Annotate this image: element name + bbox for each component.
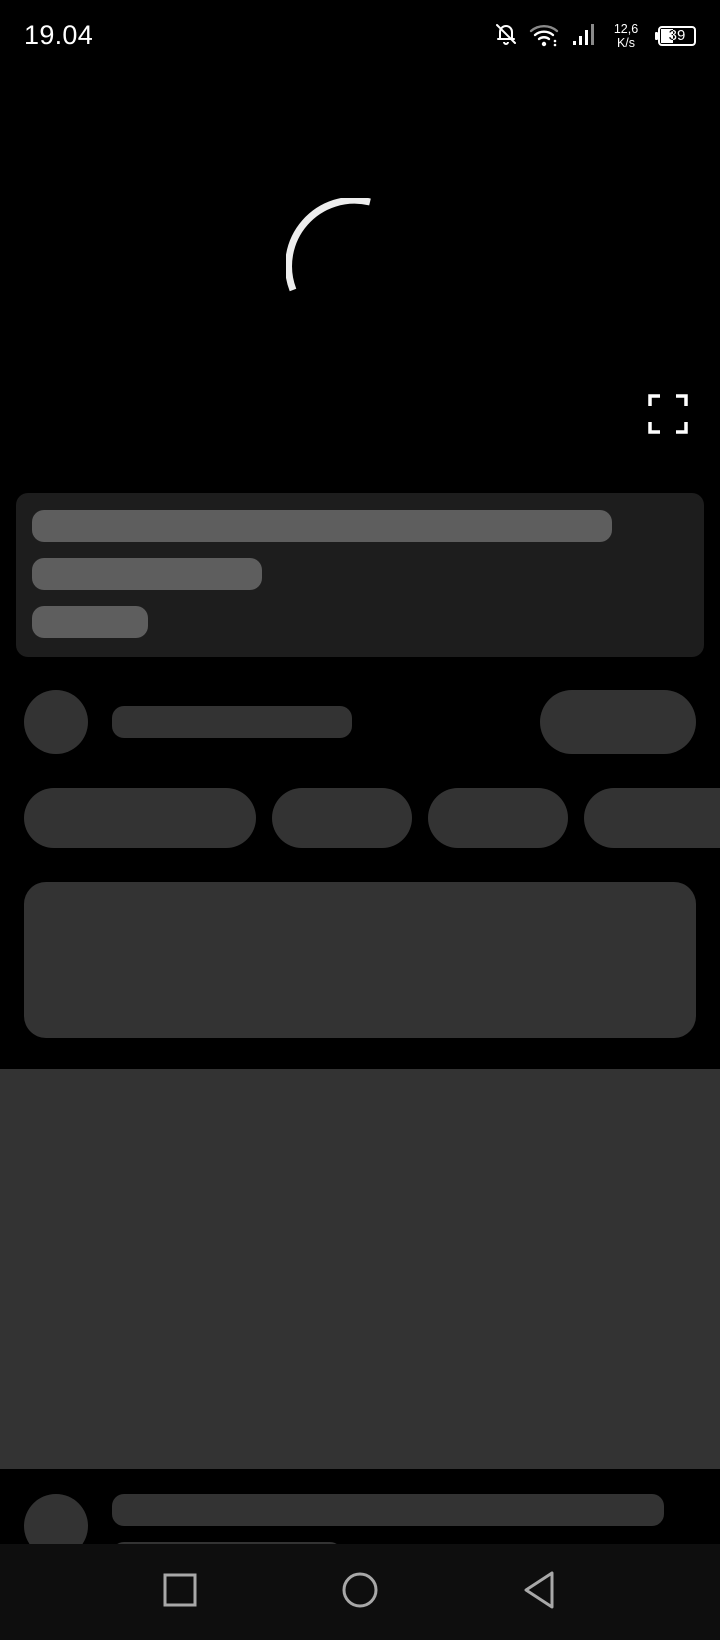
home-icon <box>340 1570 380 1615</box>
action-chip-skeleton <box>24 788 256 848</box>
action-chip-skeleton <box>428 788 568 848</box>
network-speed-value: 12,6 <box>613 22 639 36</box>
action-chip-skeleton <box>272 788 412 848</box>
back-button[interactable] <box>514 1566 566 1618</box>
status-bar: 19.04 12,6 K/s 39 <box>0 0 720 74</box>
fullscreen-icon <box>646 394 690 440</box>
status-icons: 12,6 K/s 39 <box>493 18 696 54</box>
recent-apps-button[interactable] <box>154 1566 206 1618</box>
back-icon <box>522 1570 558 1615</box>
loading-spinner-icon <box>285 196 426 338</box>
video-title-skeleton <box>112 1494 664 1526</box>
home-button[interactable] <box>334 1566 386 1618</box>
fullscreen-button[interactable] <box>646 392 690 436</box>
battery-icon: 39 <box>658 26 696 46</box>
action-chip-skeleton <box>584 788 720 848</box>
battery-level: 39 <box>668 27 686 44</box>
cellular-signal-icon <box>571 21 597 52</box>
navigation-bar <box>0 1544 720 1640</box>
subtitle-line-skeleton <box>32 558 262 590</box>
channel-name-skeleton <box>112 706 352 738</box>
channel-avatar-skeleton <box>24 690 88 754</box>
meta-line-skeleton <box>32 606 148 638</box>
subscribe-button-skeleton <box>540 690 696 754</box>
network-speed: 12,6 K/s <box>607 22 645 50</box>
status-time: 19.04 <box>24 20 94 50</box>
recent-apps-icon <box>162 1572 198 1613</box>
comments-box-skeleton <box>24 882 696 1038</box>
title-line-skeleton <box>32 510 612 542</box>
wifi-icon <box>529 21 561 52</box>
network-speed-unit: K/s <box>616 36 636 50</box>
bell-off-icon <box>493 21 519 52</box>
thumbnail-skeleton <box>0 1069 720 1469</box>
